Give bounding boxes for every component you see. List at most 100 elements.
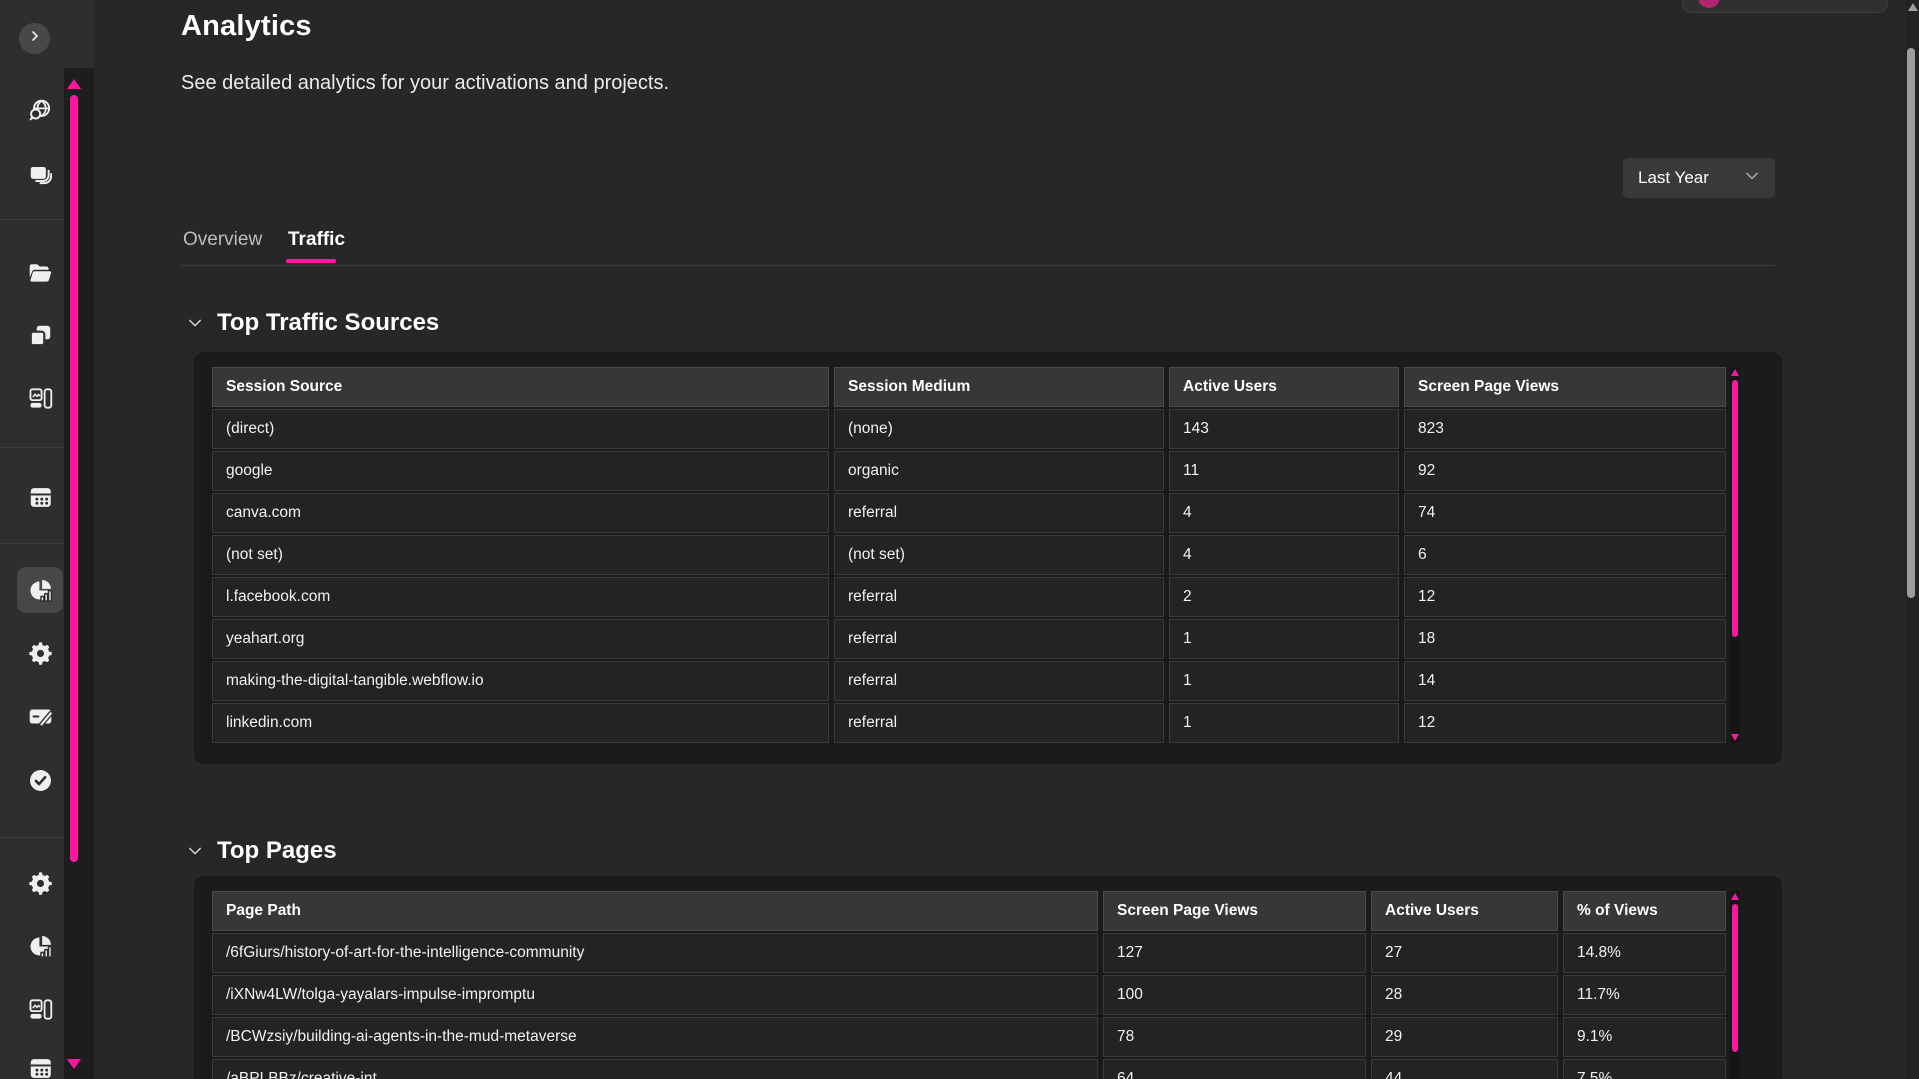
table-cell: 1 (1169, 703, 1399, 743)
sidebar-item-folder-open[interactable] (17, 250, 63, 296)
table-cell: referral (834, 577, 1164, 617)
sidebar-item-gear[interactable] (17, 860, 63, 906)
table-scroll-down-arrow[interactable] (1731, 734, 1739, 741)
folder-open-icon (27, 260, 54, 287)
table-cell: (direct) (212, 409, 829, 449)
table-cell: 12 (1404, 577, 1726, 617)
table-cell: 4 (1169, 535, 1399, 575)
table-cell: (none) (834, 409, 1164, 449)
table-cell: 18 (1404, 619, 1726, 659)
layers-icon (27, 161, 54, 188)
sidebar-item-card-edit[interactable] (17, 693, 63, 739)
tab-traffic[interactable]: Traffic (288, 229, 345, 251)
table-row: making-the-digital-tangible.webflow.iore… (212, 661, 1726, 701)
table-scrollbar-thumb[interactable] (1732, 904, 1738, 1052)
gear-icon (27, 640, 54, 667)
section-header-top-traffic-sources[interactable]: Top Traffic Sources (186, 309, 439, 337)
table-row: googleorganic1192 (212, 451, 1726, 491)
section-title: Top Pages (217, 837, 337, 865)
sidebar-item-globe-search[interactable] (17, 87, 63, 133)
table-cell: linkedin.com (212, 703, 829, 743)
table-cell: /iXNw4LW/tolga-yayalars-impulse-imprompt… (212, 975, 1098, 1015)
date-range-dropdown[interactable]: Last Year (1623, 158, 1775, 198)
table-cell: 28 (1371, 975, 1558, 1015)
table-cell: 27 (1371, 933, 1558, 973)
table-cell: l.facebook.com (212, 577, 829, 617)
table-cell: 100 (1103, 975, 1366, 1015)
table-cell: google (212, 451, 829, 491)
table-cell: 92 (1404, 451, 1726, 491)
table-cell: (not set) (212, 535, 829, 575)
table-row: linkedin.comreferral112 (212, 703, 1726, 743)
table-cell: /aBPLBBz/creative-int (212, 1059, 1098, 1079)
sidebar-item-device-media[interactable] (17, 986, 63, 1032)
calendar-grid-icon (27, 484, 54, 511)
table-row: yeahart.orgreferral118 (212, 619, 1726, 659)
window-scrollbar-thumb[interactable] (1907, 48, 1915, 598)
table-cell: 127 (1103, 933, 1366, 973)
sidebar-scroll-up-arrow[interactable] (67, 79, 81, 89)
copy-icon (27, 322, 54, 349)
table-scroll-up-arrow[interactable] (1731, 369, 1739, 376)
table-cell: referral (834, 661, 1164, 701)
sidebar-scrollbar-thumb[interactable] (70, 95, 78, 862)
table-row: /6fGiurs/history-of-art-for-the-intellig… (212, 933, 1726, 973)
table-body: (direct)(none)143823googleorganic1192can… (212, 409, 1726, 743)
table-scroll-up-arrow[interactable] (1731, 893, 1739, 900)
column-header: Active Users (1371, 891, 1558, 931)
section-header-top-pages[interactable]: Top Pages (186, 837, 337, 865)
sidebar-item-check-circle[interactable] (17, 757, 63, 803)
window-scroll-up-arrow[interactable] (1908, 3, 1918, 11)
sidebar-item-pie-analytics[interactable] (17, 567, 63, 613)
sidebar (0, 0, 64, 1079)
table-cell: 1 (1169, 619, 1399, 659)
table-scrollbar-thumb[interactable] (1732, 380, 1738, 637)
check-circle-icon (27, 767, 54, 794)
table-cell: canva.com (212, 493, 829, 533)
page-subtitle: See detailed analytics for your activati… (181, 72, 669, 95)
pie-analytics-icon (27, 577, 54, 604)
table-cell: 823 (1404, 409, 1726, 449)
page-title: Analytics (181, 10, 312, 43)
avatar[interactable] (1698, 0, 1720, 8)
pie-analytics-icon (27, 933, 54, 960)
sidebar-item-device-media[interactable] (17, 375, 63, 421)
column-header: Session Medium (834, 367, 1164, 407)
sidebar-divider (0, 219, 64, 220)
table-scrollbar[interactable] (1730, 891, 1740, 1079)
table-cell: (not set) (834, 535, 1164, 575)
table-cell: 1 (1169, 661, 1399, 701)
table-cell: 78 (1103, 1017, 1366, 1057)
table-row: (direct)(none)143823 (212, 409, 1726, 449)
sidebar-item-pie-analytics[interactable] (17, 923, 63, 969)
sidebar-scroll-down-arrow[interactable] (67, 1059, 81, 1069)
table-cell: 11 (1169, 451, 1399, 491)
table-row: /iXNw4LW/tolga-yayalars-impulse-imprompt… (212, 975, 1726, 1015)
sidebar-item-calendar-grid[interactable] (17, 474, 63, 520)
sidebar-item-gear[interactable] (17, 630, 63, 676)
table-cell: referral (834, 619, 1164, 659)
column-header: Session Source (212, 367, 829, 407)
table-scrollbar[interactable] (1730, 367, 1740, 743)
card-edit-icon (27, 703, 54, 730)
table-cell: making-the-digital-tangible.webflow.io (212, 661, 829, 701)
tab-overview[interactable]: Overview (183, 229, 262, 251)
chevron-down-icon (186, 314, 204, 332)
user-panel (1682, 0, 1888, 13)
column-header: % of Views (1563, 891, 1726, 931)
table-cell: referral (834, 493, 1164, 533)
top-pages-card: Page PathScreen Page ViewsActive Users% … (194, 876, 1782, 1079)
table-cell: /BCWzsiy/building-ai-agents-in-the-mud-m… (212, 1017, 1098, 1057)
sidebar-item-layers[interactable] (17, 151, 63, 197)
table-cell: 4 (1169, 493, 1399, 533)
table-cell: 9.1% (1563, 1017, 1726, 1057)
chevron-down-icon (186, 842, 204, 860)
sidebar-item-calendar-grid[interactable] (17, 1045, 63, 1079)
date-range-value: Last Year (1638, 168, 1709, 188)
table-cell: 2 (1169, 577, 1399, 617)
sidebar-expand-button[interactable] (19, 23, 50, 54)
sidebar-item-copy[interactable] (17, 312, 63, 358)
sidebar-scrollbar-track[interactable] (64, 0, 94, 1079)
table-cell: 143 (1169, 409, 1399, 449)
globe-search-icon (27, 97, 54, 124)
